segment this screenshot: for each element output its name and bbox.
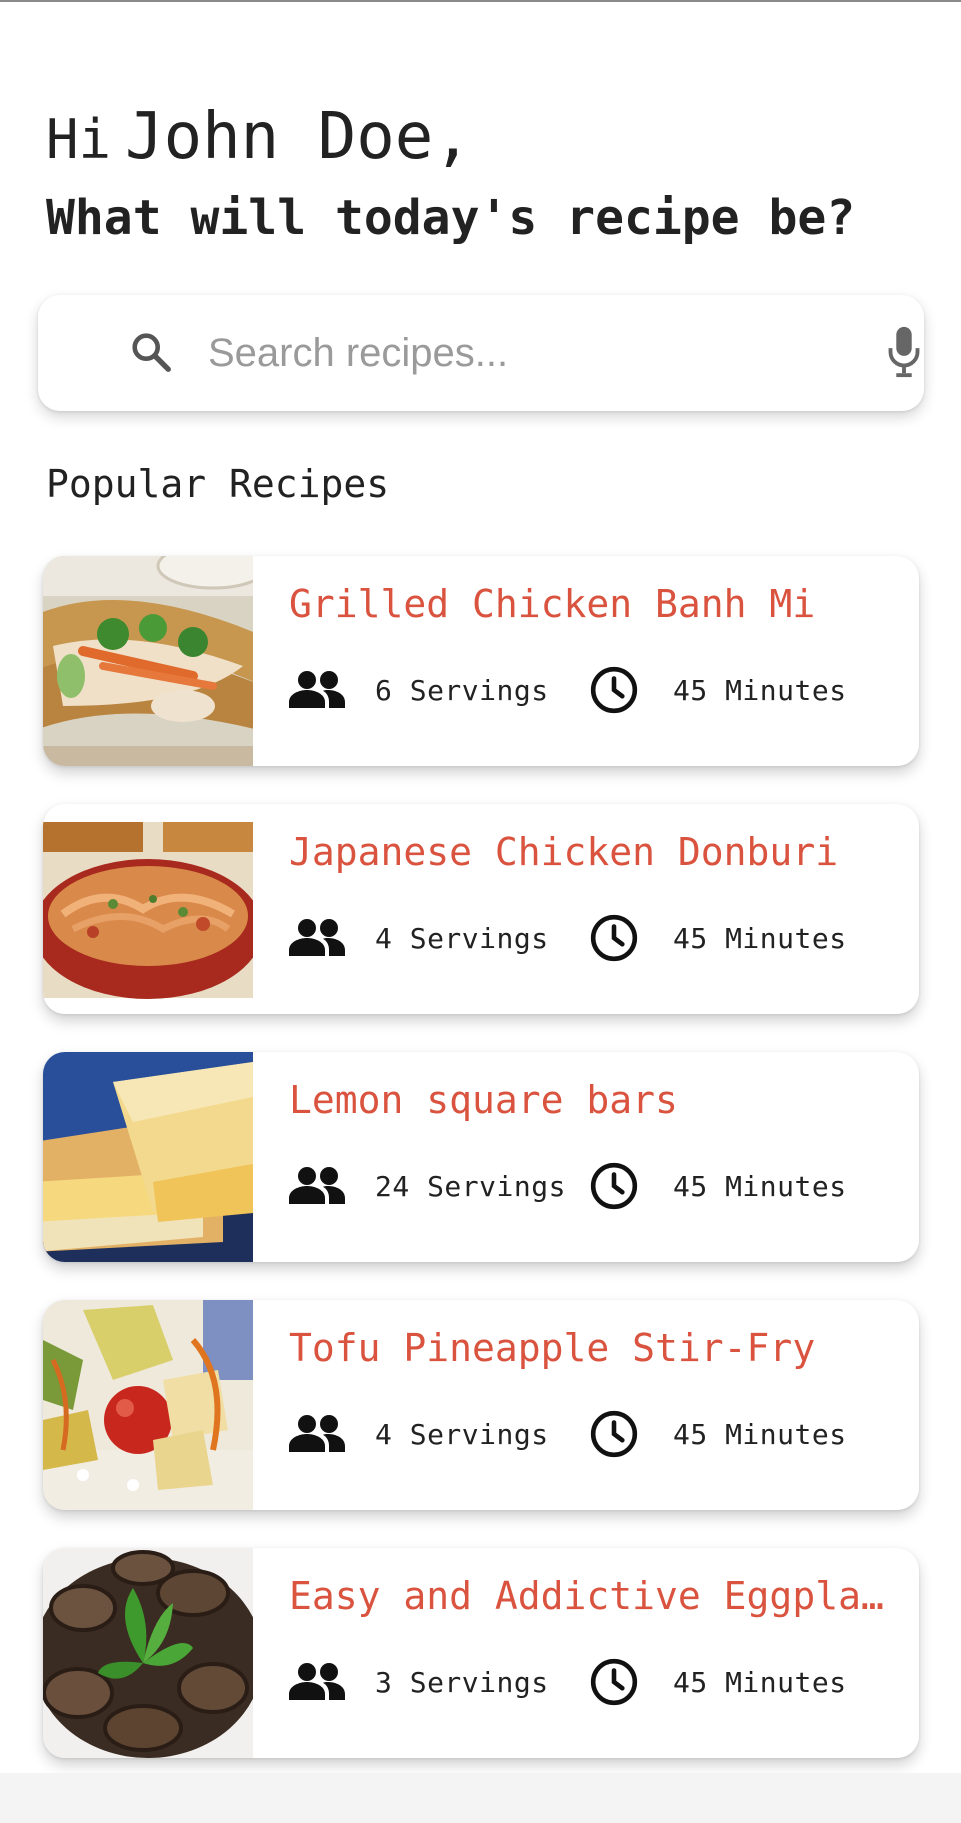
recipe-card[interactable]: Tofu Pineapple Stir-Fry 4 Servings 45 Mi… [43, 1300, 919, 1510]
people-icon [289, 919, 345, 956]
recipe-image [43, 1548, 253, 1758]
clock-icon [590, 666, 638, 714]
recipe-title: Tofu Pineapple Stir-Fry [289, 1326, 816, 1370]
recipe-time: 45 Minutes [589, 666, 847, 714]
search-icon[interactable] [128, 329, 174, 375]
recipe-time: 45 Minutes [589, 914, 847, 962]
servings-label: 6 Servings [375, 673, 549, 707]
clock-icon [590, 914, 638, 962]
recipe-card[interactable]: Japanese Chicken Donburi 4 Servings 45 M… [43, 804, 919, 1014]
time-label: 45 Minutes [673, 673, 847, 707]
recipe-servings: 4 Servings [289, 1412, 549, 1456]
servings-label: 4 Servings [375, 921, 549, 955]
servings-label: 3 Servings [375, 1665, 549, 1699]
recipe-servings: 6 Servings [289, 668, 549, 712]
recipe-time: 45 Minutes [589, 1410, 847, 1458]
recipe-time: 45 Minutes [589, 1162, 847, 1210]
greeting-hi: Hi [46, 108, 112, 171]
page-question: What will today's recipe be? [46, 190, 856, 246]
people-icon [289, 671, 345, 708]
recipe-image [43, 804, 253, 1014]
recipe-image [43, 1300, 253, 1510]
clock-icon [590, 1162, 638, 1210]
time-label: 45 Minutes [673, 1417, 847, 1451]
recipe-servings: 4 Servings [289, 916, 549, 960]
servings-label: 4 Servings [375, 1417, 549, 1451]
greeting: Hi John Doe, [46, 100, 472, 174]
search-input[interactable] [208, 325, 848, 381]
people-icon [289, 1415, 345, 1452]
servings-label: 24 Servings [375, 1169, 566, 1203]
recipe-title: Grilled Chicken Banh Mi [289, 582, 816, 626]
clock-icon [590, 1658, 638, 1706]
recipe-servings: 3 Servings [289, 1660, 549, 1704]
recipe-servings: 24 Servings [289, 1164, 566, 1208]
search-bar[interactable] [38, 295, 924, 411]
time-label: 45 Minutes [673, 1665, 847, 1699]
recipe-title: Easy and Addictive Eggplan… [289, 1574, 899, 1618]
mic-icon[interactable] [884, 325, 924, 379]
user-name: John Doe, [125, 100, 472, 174]
people-icon [289, 1167, 345, 1204]
recipe-title: Lemon square bars [289, 1078, 678, 1122]
time-label: 45 Minutes [673, 921, 847, 955]
recipe-card[interactable]: Easy and Addictive Eggplan… 3 Servings 4… [43, 1548, 919, 1758]
clock-icon [590, 1410, 638, 1458]
section-title: Popular Recipes [46, 462, 390, 506]
recipe-card[interactable]: Grilled Chicken Banh Mi 6 Servings 45 Mi… [43, 556, 919, 766]
recipe-image [43, 556, 253, 766]
recipe-card[interactable]: Lemon square bars 24 Servings 45 Minutes [43, 1052, 919, 1262]
recipe-title: Japanese Chicken Donburi [289, 830, 839, 874]
time-label: 45 Minutes [673, 1169, 847, 1203]
status-divider [0, 0, 961, 2]
recipe-image [43, 1052, 253, 1262]
recipe-time: 45 Minutes [589, 1658, 847, 1706]
people-icon [289, 1663, 345, 1700]
bottom-strip [0, 1773, 961, 1823]
